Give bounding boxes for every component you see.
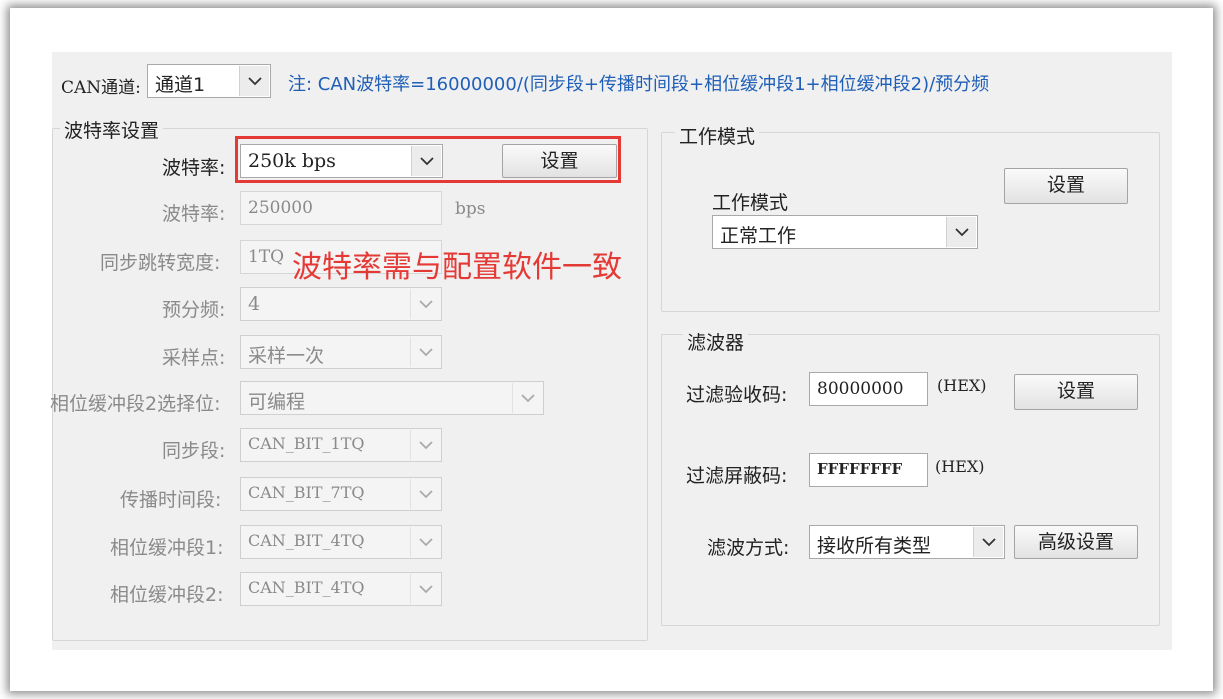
prescaler-value: 4 <box>248 293 261 315</box>
sync-seg-label: 同步段: <box>162 440 226 462</box>
baud-numeric-label: 波特率: <box>162 203 226 225</box>
prop-seg-select[interactable]: CAN_BIT_7TQ <box>240 477 442 511</box>
phase2-select-label: 相位缓冲段2选择位: <box>50 393 221 415</box>
mask-hex-label: (HEX) <box>935 457 985 476</box>
phase2-select[interactable]: CAN_BIT_4TQ <box>240 572 442 606</box>
chevron-down-icon[interactable] <box>410 574 440 604</box>
mask-code-label: 过滤屏蔽码: <box>686 465 788 487</box>
prescaler-select[interactable]: 4 <box>240 287 442 321</box>
sync-seg-value: CAN_BIT_1TQ <box>248 434 365 453</box>
work-mode-label: 工作模式 <box>712 192 789 214</box>
phase1-select[interactable]: CAN_BIT_4TQ <box>240 525 442 559</box>
work-mode-select[interactable]: 正常工作 <box>712 215 978 249</box>
chevron-down-icon[interactable] <box>410 337 440 367</box>
phase2-select-value: 可编程 <box>248 391 306 413</box>
sample-point-label: 采样点: <box>162 347 226 369</box>
chevron-down-icon[interactable] <box>410 289 440 319</box>
prescaler-label: 预分频: <box>162 299 226 321</box>
channel-label: CAN通道: <box>61 78 141 98</box>
chevron-down-icon[interactable] <box>410 479 440 509</box>
sample-point-value: 采样一次 <box>248 345 325 367</box>
filter-method-value: 接收所有类型 <box>817 535 932 557</box>
sync-seg-select[interactable]: CAN_BIT_1TQ <box>240 428 442 462</box>
work-mode-set-button[interactable]: 设置 <box>1004 168 1128 204</box>
can-config-panel: CAN通道: 通道1 注: CAN波特率=16000000/(同步段+传播时间段… <box>50 52 1172 650</box>
prop-seg-label: 传播时间段: <box>120 489 222 511</box>
work-mode-group-title: 工作模式 <box>675 122 760 149</box>
highlight-box <box>235 136 621 183</box>
phase2-label: 相位缓冲段2: <box>110 584 224 606</box>
baud-note-annotation: 波特率需与配置软件一致 <box>292 250 622 285</box>
accept-code-label: 过滤验收码: <box>686 384 788 406</box>
filter-method-label: 滤波方式: <box>707 537 790 559</box>
formula-note: 注: CAN波特率=16000000/(同步段+传播时间段+相位缓冲段1+相位缓… <box>288 74 990 95</box>
channel-value: 通道1 <box>155 74 206 96</box>
filter-set-button[interactable]: 设置 <box>1014 374 1138 410</box>
phase2-value: CAN_BIT_4TQ <box>248 578 365 597</box>
chevron-down-icon[interactable] <box>239 66 269 96</box>
sjw-label: 同步跳转宽度: <box>100 252 221 274</box>
phase2-select-select[interactable]: 可编程 <box>240 381 544 415</box>
chevron-down-icon[interactable] <box>512 383 542 413</box>
advanced-settings-button[interactable]: 高级设置 <box>1014 525 1138 559</box>
chevron-down-icon[interactable] <box>973 527 1003 557</box>
phase1-value: CAN_BIT_4TQ <box>248 531 365 550</box>
channel-select[interactable]: 通道1 <box>147 64 271 98</box>
chevron-down-icon[interactable] <box>946 217 976 247</box>
baud-numeric-field[interactable]: 250000 <box>240 191 442 225</box>
sample-point-select[interactable]: 采样一次 <box>240 335 442 369</box>
work-mode-value: 正常工作 <box>720 225 797 247</box>
baud-rate-label: 波特率: <box>162 157 226 179</box>
baud-rate-group-title: 波特率设置 <box>60 116 164 143</box>
accept-code-field[interactable]: 80000000 <box>809 372 928 406</box>
phase1-label: 相位缓冲段1: <box>110 537 224 559</box>
chevron-down-icon[interactable] <box>410 527 440 557</box>
prop-seg-value: CAN_BIT_7TQ <box>248 483 365 502</box>
mask-code-field[interactable]: FFFFFFFF <box>809 453 928 487</box>
chevron-down-icon[interactable] <box>410 430 440 460</box>
filter-group-title: 滤波器 <box>683 328 749 355</box>
baud-unit-label: bps <box>455 199 486 219</box>
filter-method-select[interactable]: 接收所有类型 <box>809 525 1005 559</box>
accept-hex-label: (HEX) <box>937 376 987 395</box>
